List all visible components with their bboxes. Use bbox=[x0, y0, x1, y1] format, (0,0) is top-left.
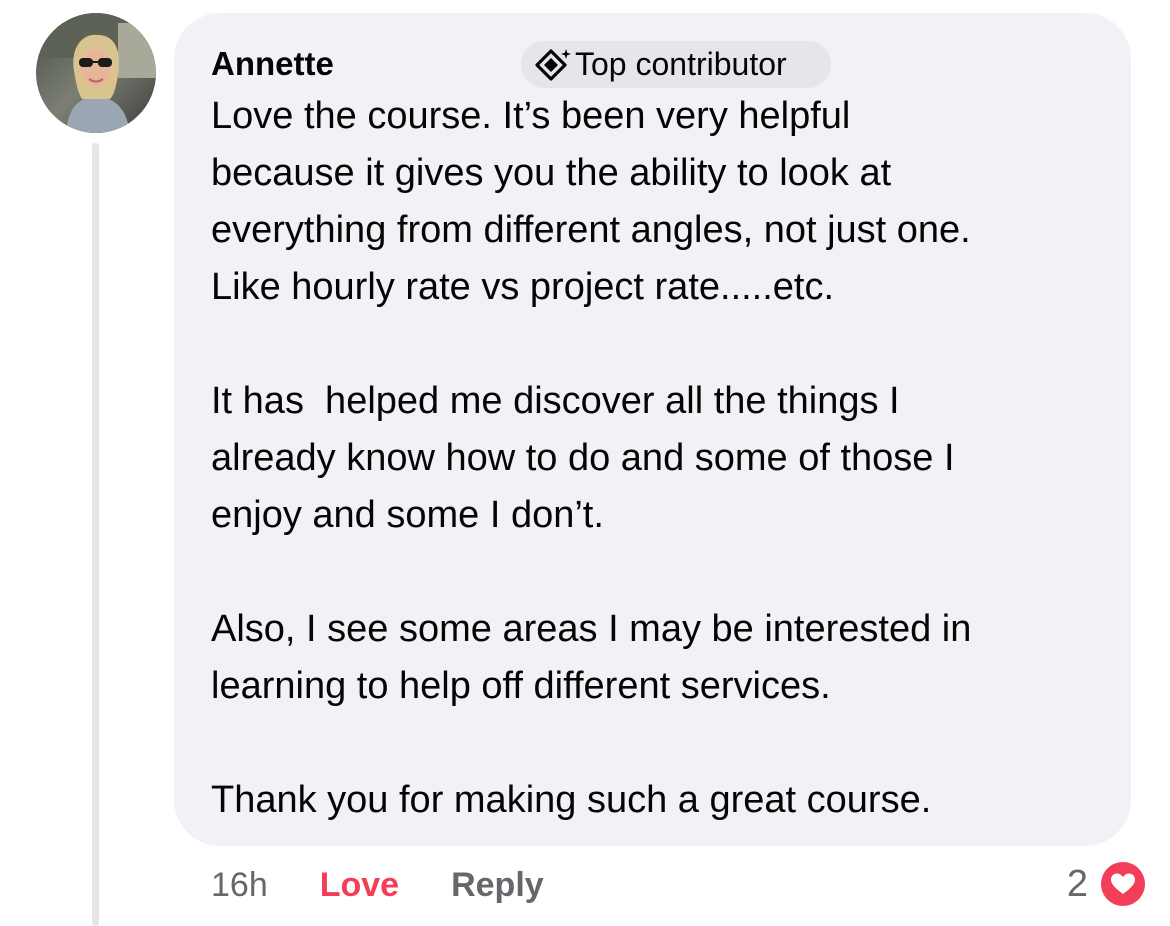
reaction-summary[interactable]: 2 bbox=[1067, 856, 1148, 912]
reply-button[interactable]: Reply bbox=[451, 866, 544, 905]
top-contributor-badge[interactable]: Top contributor bbox=[521, 41, 831, 88]
text-line: enjoy and some I don’t. bbox=[211, 494, 604, 536]
text-line: Also, I see some areas I may be interest… bbox=[211, 608, 972, 650]
text-line: Love the course. It’s been very helpful bbox=[211, 95, 851, 137]
text-line: learning to help off different services. bbox=[211, 665, 831, 707]
comment-actions: 16h Love Reply bbox=[211, 860, 544, 910]
paragraph-4: Thank you for making such a great course… bbox=[211, 772, 1111, 829]
comment-author[interactable]: Annette bbox=[211, 44, 334, 84]
love-reaction-button[interactable]: Love bbox=[320, 866, 399, 905]
badge-label: Top contributor bbox=[575, 46, 787, 82]
comment-timestamp[interactable]: 16h bbox=[211, 866, 268, 905]
heart-icon bbox=[1098, 859, 1148, 909]
text-line: because it gives you the ability to look… bbox=[211, 152, 892, 194]
comment-thread: Annette Top contributor Love the course.… bbox=[0, 0, 1170, 926]
text-line: Like hourly rate vs project rate.....etc… bbox=[211, 266, 835, 308]
thread-connector bbox=[92, 143, 99, 926]
top-contributor-icon bbox=[533, 45, 573, 85]
avatar[interactable] bbox=[36, 13, 156, 133]
avatar-photo bbox=[36, 13, 156, 133]
paragraph-2: It has helped me discover all the things… bbox=[211, 373, 1111, 544]
text-line: everything from different angles, not ju… bbox=[211, 209, 971, 251]
paragraph-1: Love the course. It’s been very helpful … bbox=[211, 88, 1111, 316]
text-line: Thank you for making such a great course… bbox=[211, 779, 932, 821]
comment-text: Love the course. It’s been very helpful … bbox=[211, 88, 1111, 829]
text-line: It has helped me discover all the things… bbox=[211, 380, 900, 422]
text-line: already know how to do and some of those… bbox=[211, 437, 955, 479]
reaction-count: 2 bbox=[1066, 862, 1088, 905]
paragraph-3: Also, I see some areas I may be interest… bbox=[211, 601, 1111, 715]
